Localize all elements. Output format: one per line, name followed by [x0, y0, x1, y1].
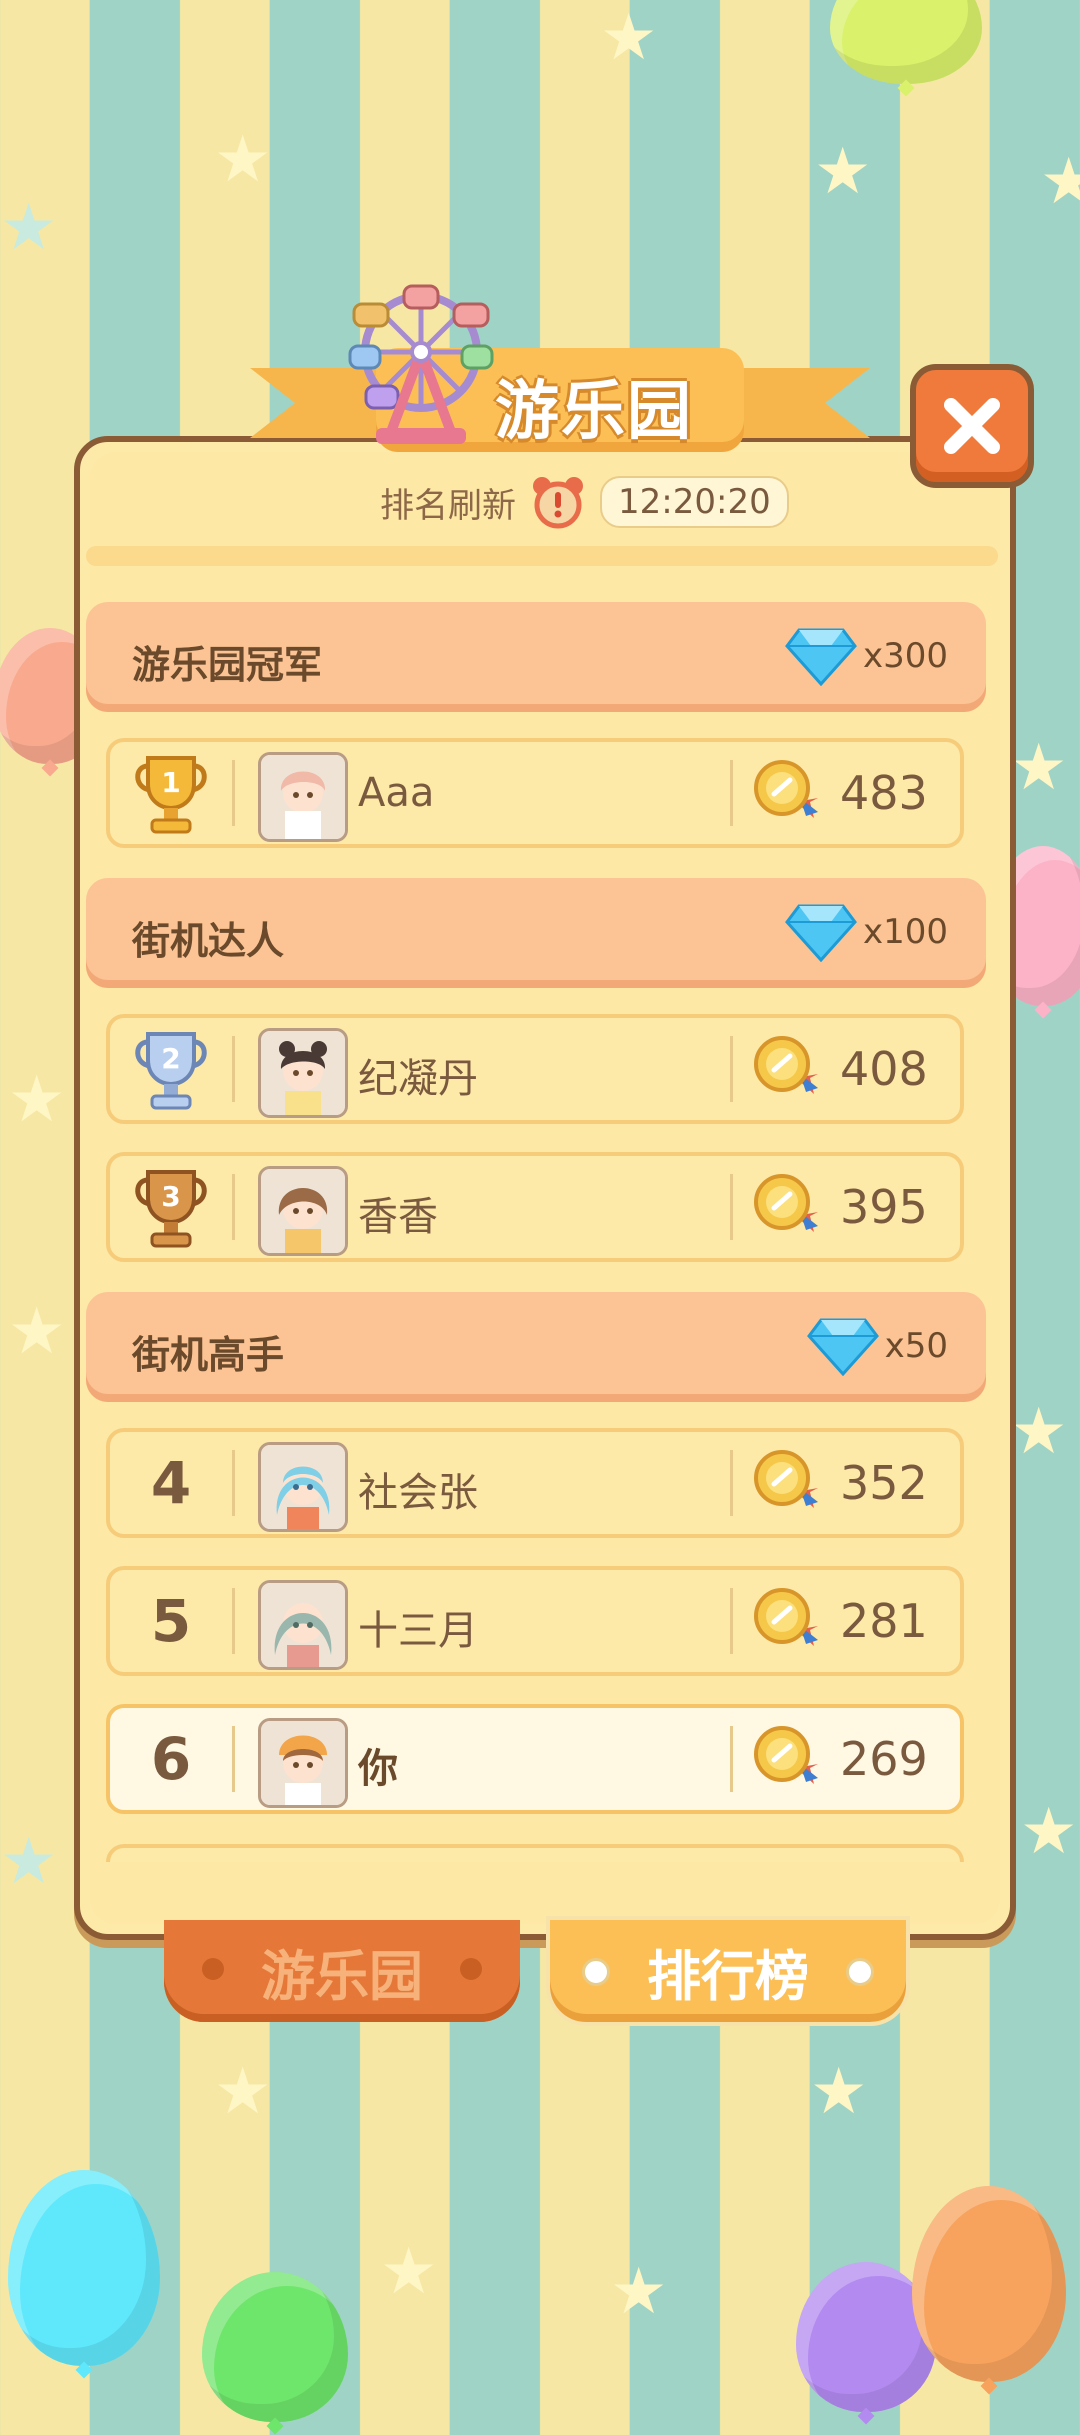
player-name: 纪凝丹 — [358, 1056, 478, 1102]
avatar — [258, 1028, 348, 1118]
tab-label: 游乐园 — [261, 1944, 423, 2008]
reward-amount: x300 — [862, 636, 948, 676]
leaderboard-row-partial[interactable] — [106, 1844, 964, 1862]
tab-ranking[interactable]: 排行榜 — [546, 1916, 910, 2026]
close-button[interactable] — [910, 364, 1034, 488]
rank-number: 4 — [150, 1449, 192, 1517]
diamond-icon — [806, 1318, 879, 1376]
diamond-icon — [785, 628, 857, 686]
avatar — [258, 752, 348, 842]
player-name: 香香 — [358, 1194, 438, 1240]
section-reward: x100 — [785, 902, 948, 962]
leaderboard-row-self[interactable]: 6 你 269 — [106, 1704, 964, 1814]
rank-number: 5 — [150, 1587, 192, 1655]
page-title: 游乐园 — [495, 375, 693, 449]
medal-icon — [754, 1450, 818, 1508]
section-title: 街机高手 — [132, 1333, 285, 1377]
rank-badge: 6 — [110, 1708, 232, 1810]
player-name: 社会张 — [358, 1470, 478, 1516]
ranking-refresh: 排名刷新 12:20:20 — [380, 472, 789, 532]
header-divider — [86, 546, 998, 566]
player-name: Aaa — [358, 770, 435, 816]
player-name: 你 — [358, 1746, 398, 1792]
diamond-icon — [785, 904, 857, 962]
alarm-clock-icon — [533, 477, 583, 529]
rank-badge: 5 — [110, 1570, 232, 1672]
svg-text:2: 2 — [161, 1042, 180, 1075]
medal-icon — [754, 1036, 818, 1094]
player-score: 269 — [840, 1732, 928, 1786]
balloon-cyan-bottom — [8, 2170, 160, 2366]
refresh-timer: 12:20:20 — [600, 476, 789, 528]
leaderboard-row-4[interactable]: 4 社会张 352 — [106, 1428, 964, 1538]
tab-label: 排行榜 — [647, 1944, 809, 2008]
title-banner: 游乐园 — [250, 284, 870, 458]
player-score: 395 — [840, 1180, 928, 1234]
avatar — [258, 1718, 348, 1808]
rank-badge: 3 — [110, 1156, 232, 1258]
medal-icon — [754, 1726, 818, 1784]
reward-amount: x100 — [862, 912, 948, 952]
avatar — [258, 1580, 348, 1670]
section-header-arcade-expert: 街机达人 x100 — [86, 878, 986, 988]
svg-text:1: 1 — [161, 766, 180, 799]
balloon-green-top — [830, 0, 982, 84]
svg-text:3: 3 — [161, 1180, 180, 1213]
ferris-wheel-icon — [348, 284, 494, 444]
section-header-champion: 游乐园冠军 x300 — [86, 602, 986, 712]
tab-amusement-park[interactable]: 游乐园 — [164, 1920, 520, 2022]
trophy-silver-icon: 2 — [135, 1032, 207, 1110]
leaderboard-list[interactable]: 游乐园冠军 x300 1 Aaa 483 街机达人 x100 2 纪凝丹 408… — [86, 596, 998, 1862]
trophy-bronze-icon: 3 — [135, 1170, 207, 1248]
section-reward: x50 — [806, 1316, 948, 1376]
rank-badge: 2 — [110, 1018, 232, 1120]
leaderboard-row-5[interactable]: 5 十三月 281 — [106, 1566, 964, 1676]
player-score: 408 — [840, 1042, 928, 1096]
rank-badge: 4 — [110, 1432, 232, 1534]
player-score: 352 — [840, 1456, 928, 1510]
avatar — [258, 1166, 348, 1256]
close-icon — [944, 398, 1000, 454]
avatar — [258, 1442, 348, 1532]
section-reward: x300 — [785, 626, 948, 686]
trophy-gold-icon: 1 — [135, 756, 207, 834]
refresh-label: 排名刷新 — [380, 485, 516, 526]
reward-amount: x50 — [884, 1326, 948, 1366]
section-header-arcade-master: 街机高手 x50 — [86, 1292, 986, 1402]
player-score: 281 — [840, 1594, 928, 1648]
leaderboard-row-2[interactable]: 2 纪凝丹 408 — [106, 1014, 964, 1124]
medal-icon — [754, 760, 818, 818]
medal-icon — [754, 1174, 818, 1232]
leaderboard-row-1[interactable]: 1 Aaa 483 — [106, 738, 964, 848]
section-title: 街机达人 — [132, 919, 285, 963]
rank-badge: 1 — [110, 742, 232, 844]
section-title: 游乐园冠军 — [132, 643, 323, 687]
medal-icon — [754, 1588, 818, 1646]
player-name: 十三月 — [358, 1608, 478, 1654]
rank-number: 6 — [150, 1725, 192, 1793]
player-score: 483 — [840, 766, 928, 820]
balloon-orange-bottom — [912, 2186, 1066, 2382]
leaderboard-row-3[interactable]: 3 香香 395 — [106, 1152, 964, 1262]
